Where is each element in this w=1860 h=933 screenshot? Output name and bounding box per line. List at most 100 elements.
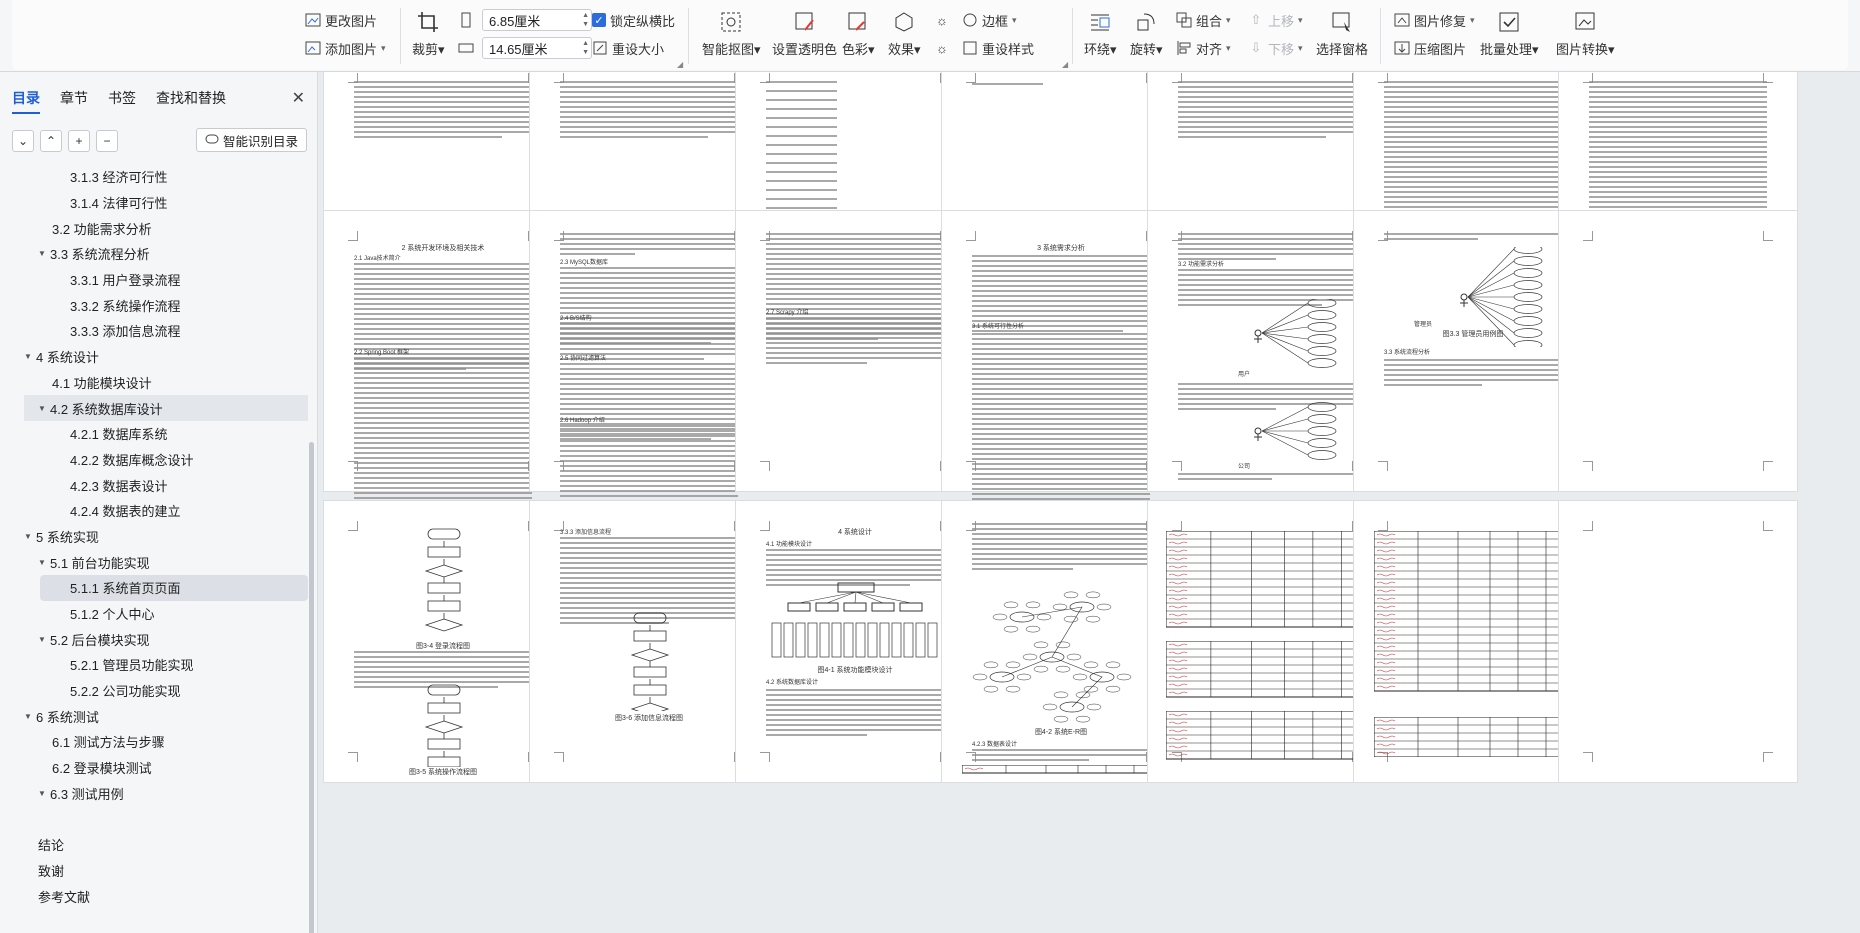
expand-triangle-icon[interactable]: ▼ bbox=[24, 712, 36, 721]
toc-item[interactable]: ▼ 6.3 测试用例 bbox=[0, 781, 318, 807]
selection-pane-button[interactable]: 选择窗格 bbox=[1316, 8, 1368, 58]
toc-item[interactable]: ▼ 5 系统实现 bbox=[0, 524, 318, 550]
document-page-thumbnail[interactable]: 图4-2 系统E-R图 4.2.3 数据表设计 bbox=[941, 500, 1181, 783]
toc-item[interactable]: 5.1.1 系统首页页面 bbox=[40, 575, 308, 601]
toc-item[interactable]: 4.2.4 数据表的建立 bbox=[0, 498, 318, 524]
brightness-down-button[interactable]: ☼ bbox=[934, 36, 950, 60]
expand-triangle-icon[interactable]: ▼ bbox=[38, 249, 50, 258]
picture-convert-button[interactable]: 图片转换▾ bbox=[1556, 8, 1615, 58]
toc-item[interactable]: ▼ 4.2 系统数据库设计 bbox=[24, 395, 308, 421]
brightness-up-button[interactable]: ☼ bbox=[934, 8, 950, 32]
toc-item[interactable]: 3.3.2 系统操作流程 bbox=[0, 292, 318, 318]
page-figure[interactable] bbox=[1208, 299, 1348, 369]
group-button[interactable]: 组合 ▾ bbox=[1176, 8, 1231, 32]
chevron-down-icon[interactable]: ⌄ bbox=[12, 130, 34, 152]
width-input[interactable]: 6.85厘米 ▲ ▼ bbox=[482, 9, 592, 31]
page-figure[interactable] bbox=[384, 683, 504, 767]
chevron-up-icon[interactable]: ⌃ bbox=[40, 130, 62, 152]
toc-item[interactable]: 6.1 测试方法与步骤 bbox=[0, 729, 318, 755]
toc-item[interactable]: 5.2.1 管理员功能实现 bbox=[0, 652, 318, 678]
document-page-thumbnail[interactable] bbox=[1558, 500, 1798, 783]
document-pages-view[interactable]: 2 系统开发环境及相关技术 2.1 Java技术简介 2.2 Spring Boot… bbox=[318, 72, 1860, 933]
page-figure[interactable] bbox=[962, 577, 1162, 727]
document-page-thumbnail[interactable]: 2.7 Scrapy 介绍 bbox=[735, 210, 975, 492]
spin-arrows-icon[interactable]: ▲ ▼ bbox=[582, 39, 589, 57]
expand-triangle-icon[interactable]: ▼ bbox=[24, 532, 36, 541]
document-page-thumbnail[interactable] bbox=[1353, 500, 1593, 783]
toc-item[interactable]: 结论 bbox=[0, 832, 318, 858]
toc-item[interactable]: 6.2 登录模块测试 bbox=[0, 755, 318, 781]
expand-triangle-icon[interactable]: ▼ bbox=[38, 404, 50, 413]
smart-cutout-button[interactable]: 智能抠图▾ bbox=[702, 8, 761, 58]
toc-item[interactable]: 3.1.4 法律可行性 bbox=[0, 190, 318, 216]
page-figure[interactable] bbox=[766, 581, 946, 661]
toc-item[interactable]: ▼ 4 系统设计 bbox=[0, 344, 318, 370]
expand-triangle-icon[interactable]: ▼ bbox=[38, 558, 50, 567]
toc-item[interactable]: ▼ 5.2 后台模块实现 bbox=[0, 626, 318, 652]
color-button[interactable]: 色彩▾ bbox=[842, 8, 875, 58]
toc-item[interactable] bbox=[0, 806, 318, 832]
toc-item[interactable]: 5.1.2 个人中心 bbox=[0, 601, 318, 627]
document-page-thumbnail[interactable]: 管理员 图3.3 管理员用例图 3.3 系统流程分析 bbox=[1353, 210, 1593, 492]
crop-button[interactable]: 裁剪▾ bbox=[412, 8, 445, 58]
toc-item[interactable]: 5.2.2 公司功能实现 bbox=[0, 678, 318, 704]
compress-picture-button[interactable]: 压缩图片 bbox=[1394, 36, 1466, 60]
toc-item[interactable]: 3.3.3 添加信息流程 bbox=[0, 318, 318, 344]
page-figure[interactable] bbox=[384, 527, 504, 637]
toc-item[interactable]: ▼ 6 系统测试 bbox=[0, 703, 318, 729]
wrap-button[interactable]: 环绕▾ bbox=[1084, 8, 1117, 58]
toc-item[interactable]: 3.1.3 经济可行性 bbox=[0, 164, 318, 190]
page-figure[interactable] bbox=[1166, 711, 1370, 761]
picture-repair-button[interactable]: 图片修复 ▾ bbox=[1394, 8, 1475, 32]
toc-item[interactable]: 致谢 bbox=[0, 858, 318, 884]
toc-item[interactable]: 4.1 功能模块设计 bbox=[0, 370, 318, 396]
tab-toc[interactable]: 目录 bbox=[12, 88, 40, 114]
dialog-launcher-icon[interactable]: ◢ bbox=[1062, 60, 1068, 69]
page-figure[interactable] bbox=[1166, 641, 1370, 701]
smart-toc-button[interactable]: 智能识别目录 bbox=[195, 128, 307, 152]
set-transparent-button[interactable]: 设置透明色 bbox=[772, 8, 837, 58]
document-page-thumbnail[interactable]: 3 系统需求分析 3.1 系统可行性分析 bbox=[941, 210, 1181, 530]
toc-item[interactable]: ▼ 3.3 系统流程分析 bbox=[0, 241, 318, 267]
sidebar-scrollbar[interactable] bbox=[309, 442, 314, 933]
checkbox-checked-icon[interactable]: ✓ bbox=[592, 13, 606, 27]
toc-item[interactable]: 4.2.1 数据库系统 bbox=[0, 421, 318, 447]
toc-item[interactable]: 3.2 功能需求分析 bbox=[0, 215, 318, 241]
page-figure[interactable] bbox=[1166, 531, 1370, 631]
dialog-launcher-icon[interactable]: ◢ bbox=[677, 60, 683, 69]
minus-icon[interactable]: − bbox=[96, 130, 118, 152]
toc-item[interactable]: 4.2.3 数据表设计 bbox=[0, 472, 318, 498]
document-page-thumbnail[interactable]: 3.3.3 添加信息流程 图3-6 添加信息流程图 bbox=[529, 500, 769, 783]
batch-process-button[interactable]: 批量处理▾ bbox=[1480, 8, 1539, 58]
expand-triangle-icon[interactable]: ▼ bbox=[38, 789, 50, 798]
border-button[interactable]: 边框 ▾ bbox=[962, 8, 1017, 32]
document-page-thumbnail[interactable] bbox=[1147, 500, 1387, 783]
document-page-thumbnail[interactable]: 2.3 MySQL数据库 2.4 B/S结构 2.5 协同过滤算法 2.6 Hadoo… bbox=[529, 210, 769, 502]
page-figure[interactable] bbox=[1208, 401, 1348, 461]
rotate-button[interactable]: 旋转▾ bbox=[1130, 8, 1163, 58]
reset-size-button[interactable]: 重设大小 bbox=[592, 36, 664, 60]
add-picture-button[interactable]: 添加图片 ▾ bbox=[305, 36, 386, 60]
document-page-thumbnail[interactable] bbox=[1558, 210, 1798, 492]
tab-find-replace[interactable]: 查找和替换 bbox=[156, 88, 226, 114]
document-page-thumbnail[interactable]: 4 系统设计 4.1 功能模块设计 图4-1 系统功能模块设计 4.2 系统数据库设计 bbox=[735, 500, 975, 783]
effects-button[interactable]: 效果▾ bbox=[888, 8, 921, 58]
change-picture-button[interactable]: 更改图片 bbox=[305, 8, 377, 32]
spin-arrows-icon[interactable]: ▲ ▼ bbox=[582, 11, 589, 29]
height-input[interactable]: 14.65厘米 ▲ ▼ bbox=[482, 37, 592, 59]
toc-item[interactable]: 参考文献 bbox=[0, 883, 318, 909]
expand-triangle-icon[interactable]: ▼ bbox=[38, 635, 50, 644]
send-backward-button[interactable]: ⇩ 下移 ▾ bbox=[1248, 36, 1303, 60]
tab-chapters[interactable]: 章节 bbox=[60, 88, 88, 114]
toc-item[interactable]: 4.2.2 数据库概念设计 bbox=[0, 447, 318, 473]
toc-item[interactable]: ▼ 5.1 前台功能实现 bbox=[0, 549, 318, 575]
page-figure[interactable] bbox=[962, 765, 1162, 775]
lock-ratio-checkbox[interactable]: ✓ 锁定纵横比 bbox=[592, 8, 675, 32]
page-figure[interactable] bbox=[1374, 717, 1574, 757]
page-figure[interactable] bbox=[590, 611, 710, 711]
document-page-thumbnail[interactable]: 2 系统开发环境及相关技术 2.1 Java技术简介 2.2 Spring Boot… bbox=[323, 210, 563, 544]
tab-bookmarks[interactable]: 书签 bbox=[108, 88, 136, 114]
expand-triangle-icon[interactable]: ▼ bbox=[24, 352, 36, 361]
toc-item[interactable]: 3.3.1 用户登录流程 bbox=[0, 267, 318, 293]
plus-icon[interactable]: + bbox=[68, 130, 90, 152]
